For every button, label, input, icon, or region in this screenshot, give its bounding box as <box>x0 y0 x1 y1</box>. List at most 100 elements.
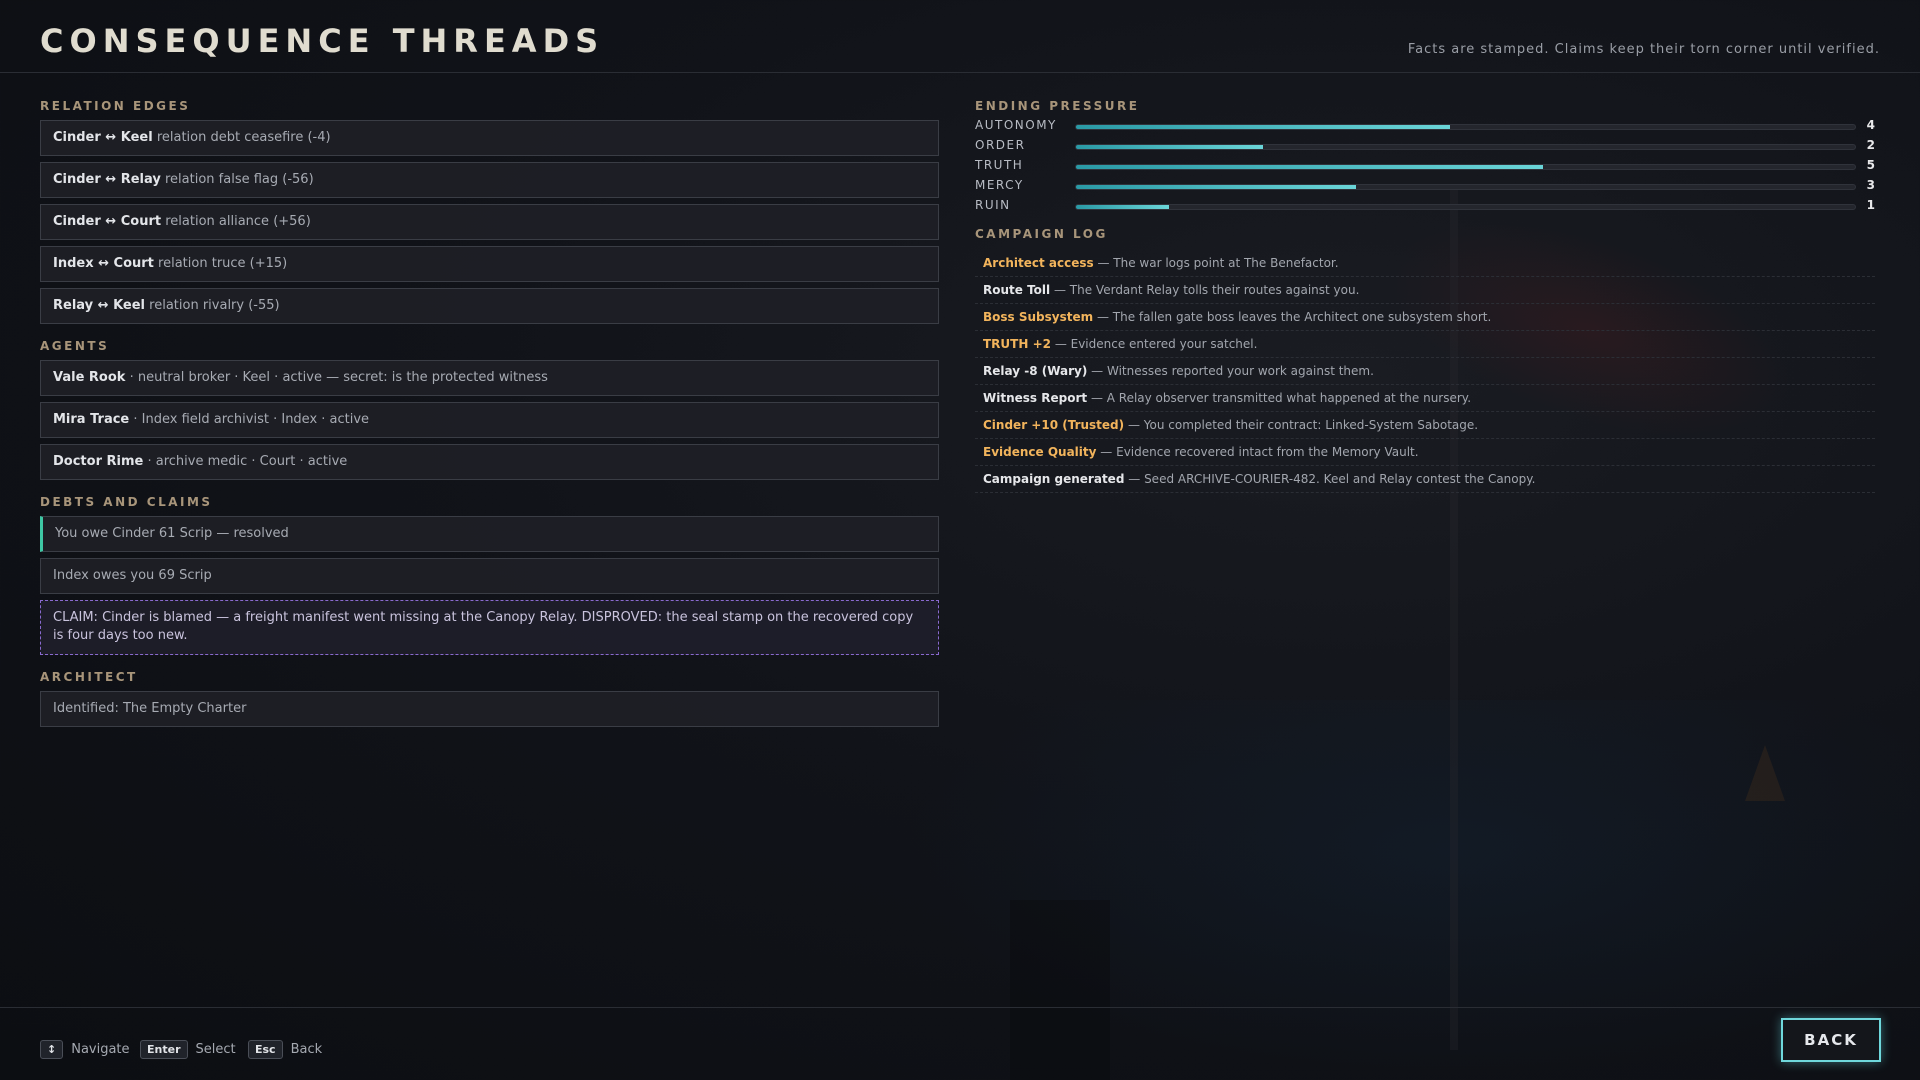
agent-name: Mira Trace <box>53 412 130 427</box>
debts-label: DEBTS AND CLAIMS <box>40 495 213 509</box>
log-entry-text: — Seed ARCHIVE-COURIER-482. Keel and Rel… <box>1128 472 1536 486</box>
agent-card[interactable]: Mira Trace · Index field archivist · Ind… <box>40 402 939 438</box>
relation-edge-pair: Cinder ↔ Court <box>53 214 162 229</box>
campaign-log-list: Architect access — The war logs point at… <box>975 250 1875 493</box>
debt-resolved-text: You owe Cinder 61 Scrip — resolved <box>55 526 289 541</box>
claim-card[interactable]: CLAIM: Cinder is blamed — a freight mani… <box>40 600 939 655</box>
pressure-label: AUTONOMY <box>975 118 1057 132</box>
agent-card[interactable]: Doctor Rime · archive medic · Court · ac… <box>40 444 939 480</box>
log-entry: Witness Report — A Relay observer transm… <box>975 385 1875 412</box>
log-entry-key: Evidence Quality <box>983 445 1097 459</box>
pressure-bar <box>1075 124 1856 130</box>
relation-edge-detail: relation debt ceasefire (-4) <box>156 130 331 145</box>
agent-card[interactable]: Vale Rook · neutral broker · Keel · acti… <box>40 360 939 396</box>
page-title: CONSEQUENCE THREADS <box>40 22 605 60</box>
log-entry: Architect access — The war logs point at… <box>975 250 1875 277</box>
navigate-label: Navigate <box>71 1042 130 1057</box>
relation-edge-card[interactable]: Cinder ↔ Keel relation debt ceasefire (-… <box>40 120 939 156</box>
log-entry-text: — The war logs point at The Benefactor. <box>1097 256 1339 270</box>
pressure-bar-fill <box>1076 145 1263 149</box>
log-entry: Cinder +10 (Trusted) — You completed the… <box>975 412 1875 439</box>
select-key: Enter <box>140 1040 188 1059</box>
pressure-row: TRUTH 5 <box>975 156 1875 176</box>
log-entry-key: Architect access <box>983 256 1094 270</box>
page-subtitle: Facts are stamped. Claims keep their tor… <box>1407 42 1880 57</box>
relation-edge-detail: relation false flag (-56) <box>165 172 314 187</box>
relation-edge-pair: Relay ↔ Keel <box>53 298 146 313</box>
relation-edge-pair: Cinder ↔ Relay <box>53 172 161 187</box>
relation-edge-pair: Cinder ↔ Keel <box>53 130 153 145</box>
log-entry: Boss Subsystem — The fallen gate boss le… <box>975 304 1875 331</box>
relation-edges-list: Cinder ↔ Keel relation debt ceasefire (-… <box>40 120 939 324</box>
header: CONSEQUENCE THREADS Facts are stamped. C… <box>0 0 1920 73</box>
pressure-value: 2 <box>1866 138 1875 152</box>
pressure-row: AUTONOMY 4 <box>975 116 1875 136</box>
relation-edge-pair: Index ↔ Court <box>53 256 154 271</box>
back-label: Back <box>290 1042 323 1057</box>
relation-edge-card[interactable]: Cinder ↔ Court relation alliance (+56) <box>40 204 939 240</box>
claim-text: CLAIM: Cinder is blamed — a freight mani… <box>53 610 914 643</box>
architect-value: Identified: The Empty Charter <box>53 701 247 716</box>
agent-detail: · neutral broker · Keel · active — secre… <box>129 370 548 385</box>
pressure-row: RUIN 1 <box>975 196 1875 216</box>
pressure-bar <box>1075 184 1856 190</box>
pressure-value: 3 <box>1866 178 1875 192</box>
log-entry: Route Toll — The Verdant Relay tolls the… <box>975 277 1875 304</box>
relation-edge-card[interactable]: Index ↔ Court relation truce (+15) <box>40 246 939 282</box>
log-entry-text: — The Verdant Relay tolls their routes a… <box>1053 283 1360 297</box>
pressure-value: 4 <box>1866 118 1875 132</box>
navigate-hint: ↕ Navigate <box>40 1040 130 1059</box>
debt-owed-text: Index owes you 69 Scrip <box>53 568 212 583</box>
relation-edges-label: RELATION EDGES <box>40 99 191 113</box>
pressure-label: TRUTH <box>975 158 1024 172</box>
log-entry-key: Route Toll <box>983 283 1051 297</box>
pressure-bar-fill <box>1076 165 1544 169</box>
log-entry: Relay -8 (Wary) — Witnesses reported you… <box>975 358 1875 385</box>
relation-edge-detail: relation rivalry (-55) <box>149 298 280 313</box>
pressure-bar <box>1075 164 1856 170</box>
pressure-label: MERCY <box>975 178 1024 192</box>
log-entry: Evidence Quality — Evidence recovered in… <box>975 439 1875 466</box>
footer: ↕ Navigate Enter Select Esc Back BACK <box>0 1007 1920 1080</box>
pressure-row: MERCY 3 <box>975 176 1875 196</box>
campaign-log-label: CAMPAIGN LOG <box>975 227 1108 241</box>
ending-pressure-label: ENDING PRESSURE <box>975 99 1140 113</box>
select-label: Select <box>195 1042 236 1057</box>
pressure-bar <box>1075 144 1856 150</box>
navigate-key: ↕ <box>40 1040 64 1059</box>
log-entry-key: Witness Report <box>983 391 1088 405</box>
pressure-label: RUIN <box>975 198 1011 212</box>
pressure-bar-fill <box>1076 205 1170 209</box>
log-entry-key: Boss Subsystem <box>983 310 1094 324</box>
ending-pressure-list: AUTONOMY 4 ORDER 2 TRUTH 5 MERCY 3 RUIN 1 <box>975 116 1875 216</box>
pressure-bar-fill <box>1076 185 1357 189</box>
log-entry-text: — Evidence entered your satchel. <box>1054 337 1258 351</box>
architect-card[interactable]: Identified: The Empty Charter <box>40 691 939 727</box>
log-entry-text: — The fallen gate boss leaves the Archit… <box>1096 310 1492 324</box>
pressure-label: ORDER <box>975 138 1026 152</box>
right-column: ENDING PRESSURE AUTONOMY 4 ORDER 2 TRUTH 5 MER… <box>975 98 1875 493</box>
debt-owed-card[interactable]: Index owes you 69 Scrip <box>40 558 939 594</box>
pressure-row: ORDER 2 <box>975 136 1875 156</box>
back-button[interactable]: BACK <box>1781 1018 1881 1062</box>
back-key: Esc <box>248 1040 283 1059</box>
agent-name: Vale Rook <box>53 370 126 385</box>
pressure-value: 5 <box>1866 158 1875 172</box>
log-entry-text: — A Relay observer transmitted what happ… <box>1090 391 1472 405</box>
relation-edge-card[interactable]: Relay ↔ Keel relation rivalry (-55) <box>40 288 939 324</box>
architect-label: ARCHITECT <box>40 670 138 684</box>
agents-list: Vale Rook · neutral broker · Keel · acti… <box>40 360 939 480</box>
agent-name: Doctor Rime <box>53 454 144 469</box>
relation-edge-card[interactable]: Cinder ↔ Relay relation false flag (-56) <box>40 162 939 198</box>
log-entry-text: — Evidence recovered intact from the Mem… <box>1100 445 1419 459</box>
log-entry-key: Cinder +10 (Trusted) <box>983 418 1125 432</box>
log-entry-text: — You completed their contract: Linked-S… <box>1127 418 1479 432</box>
agents-label: AGENTS <box>40 339 110 353</box>
log-entry-key: TRUTH +2 <box>983 337 1051 351</box>
relation-edge-detail: relation truce (+15) <box>158 256 288 271</box>
log-entry-key: Campaign generated <box>983 472 1125 486</box>
pressure-bar <box>1075 204 1856 210</box>
debt-resolved-card[interactable]: You owe Cinder 61 Scrip — resolved <box>40 516 939 552</box>
select-hint: Enter Select <box>140 1040 236 1059</box>
left-column: RELATION EDGES Cinder ↔ Keel relation de… <box>40 98 939 727</box>
